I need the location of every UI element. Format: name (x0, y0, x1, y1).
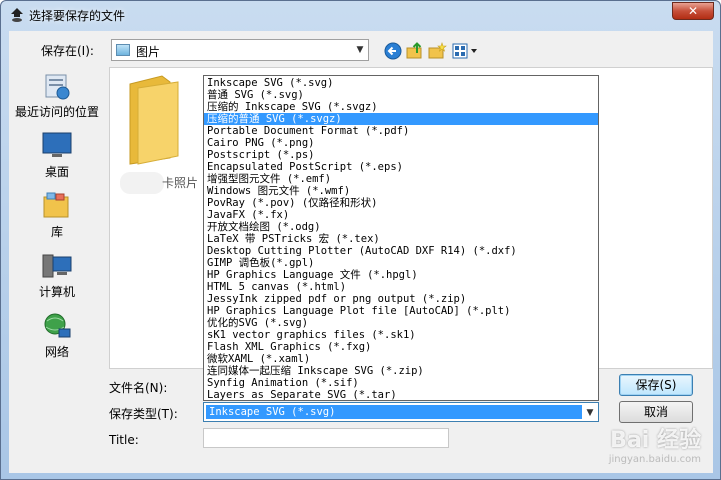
file-type-option[interactable]: 增强型图元文件 (*.emf) (204, 173, 598, 185)
file-type-option[interactable]: HP Graphics Language 文件 (*.hpgl) (204, 269, 598, 281)
save-button[interactable]: 保存(S) (619, 374, 693, 396)
chevron-down-icon[interactable]: ▼ (352, 40, 368, 60)
window-title: 选择要保存的文件 (29, 9, 126, 23)
file-type-option[interactable]: 微软XAML (*.xaml) (204, 353, 598, 365)
file-type-option[interactable]: JessyInk zipped pdf or png output (*.zip… (204, 293, 598, 305)
file-type-option[interactable]: JavaFX (*.fx) (204, 209, 598, 221)
place-computer-label: 计算机 (38, 285, 75, 299)
watermark-sub: jingyan.baidu.com (608, 454, 701, 465)
dialog-client-area: 保存在(I): 图片 ▼ 最近访问的位置 桌面 库 计算机 网络 卡照片 文件名… (9, 31, 713, 473)
up-folder-icon[interactable] (405, 41, 425, 61)
libraries-icon (43, 192, 69, 218)
file-type-option[interactable]: 压缩的普通 SVG (*.svgz) (204, 113, 598, 125)
folder-thumbnail-blur (120, 172, 164, 194)
place-libraries[interactable]: 库 (9, 191, 105, 240)
file-type-option[interactable]: Windows 图元文件 (*.wmf) (204, 185, 598, 197)
file-type-option[interactable]: Encapsulated PostScript (*.eps) (204, 161, 598, 173)
file-type-option[interactable]: GIMP 调色板(*.gpl) (204, 257, 598, 269)
file-type-option[interactable]: HTML 5 canvas (*.html) (204, 281, 598, 293)
back-icon[interactable] (383, 41, 403, 61)
title-label: Title: (109, 433, 139, 447)
file-type-option[interactable]: HP Graphics Language Plot file [AutoCAD]… (204, 305, 598, 317)
title-input[interactable] (203, 428, 449, 448)
watermark-main: Bai 经验 (610, 428, 701, 453)
file-type-option[interactable]: 连同媒体一起压缩 Inkscape SVG (*.zip) (204, 365, 598, 377)
computer-icon (42, 254, 72, 278)
save-in-value: 图片 (136, 45, 161, 59)
file-type-option[interactable]: PovRay (*.pov) (仅路径和形状) (204, 197, 598, 209)
file-type-option[interactable]: Flash XML Graphics (*.fxg) (204, 341, 598, 353)
file-type-option[interactable]: Cairo PNG (*.png) (204, 137, 598, 149)
place-libraries-label: 库 (50, 225, 63, 239)
save-in-dropdown[interactable]: 图片 ▼ (111, 39, 369, 61)
file-type-option[interactable]: 优化的SVG (*.svg) (204, 317, 598, 329)
network-icon (44, 313, 71, 338)
file-type-option[interactable]: sK1 vector graphics files (*.sk1) (204, 329, 598, 341)
file-type-option[interactable]: 开放文档绘图 (*.odg) (204, 221, 598, 233)
place-computer[interactable]: 计算机 (9, 251, 105, 300)
folder-icon (129, 75, 179, 165)
inkscape-app-icon (11, 8, 23, 22)
file-type-list[interactable]: Inkscape SVG (*.svg) 普通 SVG (*.svg) 压缩的 In… (203, 75, 599, 401)
file-type-option[interactable]: Inkscape SVG (*.svg) (204, 77, 598, 89)
file-type-option[interactable]: 压缩的 Inkscape SVG (*.svgz) (204, 101, 598, 113)
pictures-folder-icon (116, 44, 130, 56)
file-item-label: 卡照片 (162, 176, 199, 190)
file-type-option[interactable]: Postscript (*.ps) (204, 149, 598, 161)
recent-places-icon (45, 74, 70, 100)
view-menu-icon[interactable] (451, 41, 479, 61)
file-type-option[interactable]: Synfig Animation (*.sif) (204, 377, 598, 389)
savetype-dropdown[interactable]: Inkscape SVG (*.svg) ▼ (203, 402, 599, 422)
places-bar: 最近访问的位置 桌面 库 计算机 网络 (9, 67, 105, 369)
file-item[interactable]: 卡照片 (110, 68, 206, 198)
title-bar[interactable]: 选择要保存的文件 ✕ (1, 1, 720, 29)
desktop-icon (42, 132, 72, 157)
savetype-value: Inkscape SVG (*.svg) (206, 405, 582, 419)
savetype-label: 保存类型(T): (109, 407, 178, 421)
file-type-option[interactable]: LaTeX 带 PSTricks 宏 (*.tex) (204, 233, 598, 245)
cancel-button[interactable]: 取消 (619, 401, 693, 423)
save-dialog-window: 选择要保存的文件 ✕ 保存在(I): 图片 ▼ 最近访问的位置 桌面 库 计算机… (0, 0, 721, 480)
place-recent-label: 最近访问的位置 (14, 105, 99, 119)
place-network-label: 网络 (44, 345, 69, 359)
place-desktop-label: 桌面 (44, 165, 69, 179)
chevron-down-icon[interactable]: ▼ (582, 403, 598, 421)
place-desktop[interactable]: 桌面 (9, 131, 105, 180)
place-recent[interactable]: 最近访问的位置 (9, 71, 105, 120)
file-type-option[interactable]: 普通 SVG (*.svg) (204, 89, 598, 101)
file-type-option[interactable]: Portable Document Format (*.pdf) (204, 125, 598, 137)
watermark: Bai 经验 jingyan.baidu.com (609, 422, 701, 465)
file-type-option[interactable]: Layers as Separate SVG (*.tar) (204, 389, 598, 401)
filename-label: 文件名(N): (109, 381, 168, 395)
save-in-label: 保存在(I): (41, 44, 94, 58)
new-folder-icon[interactable] (427, 41, 447, 61)
place-network[interactable]: 网络 (9, 311, 105, 360)
file-type-option[interactable]: Desktop Cutting Plotter (AutoCAD DXF R14… (204, 245, 598, 257)
close-button[interactable]: ✕ (672, 2, 714, 20)
